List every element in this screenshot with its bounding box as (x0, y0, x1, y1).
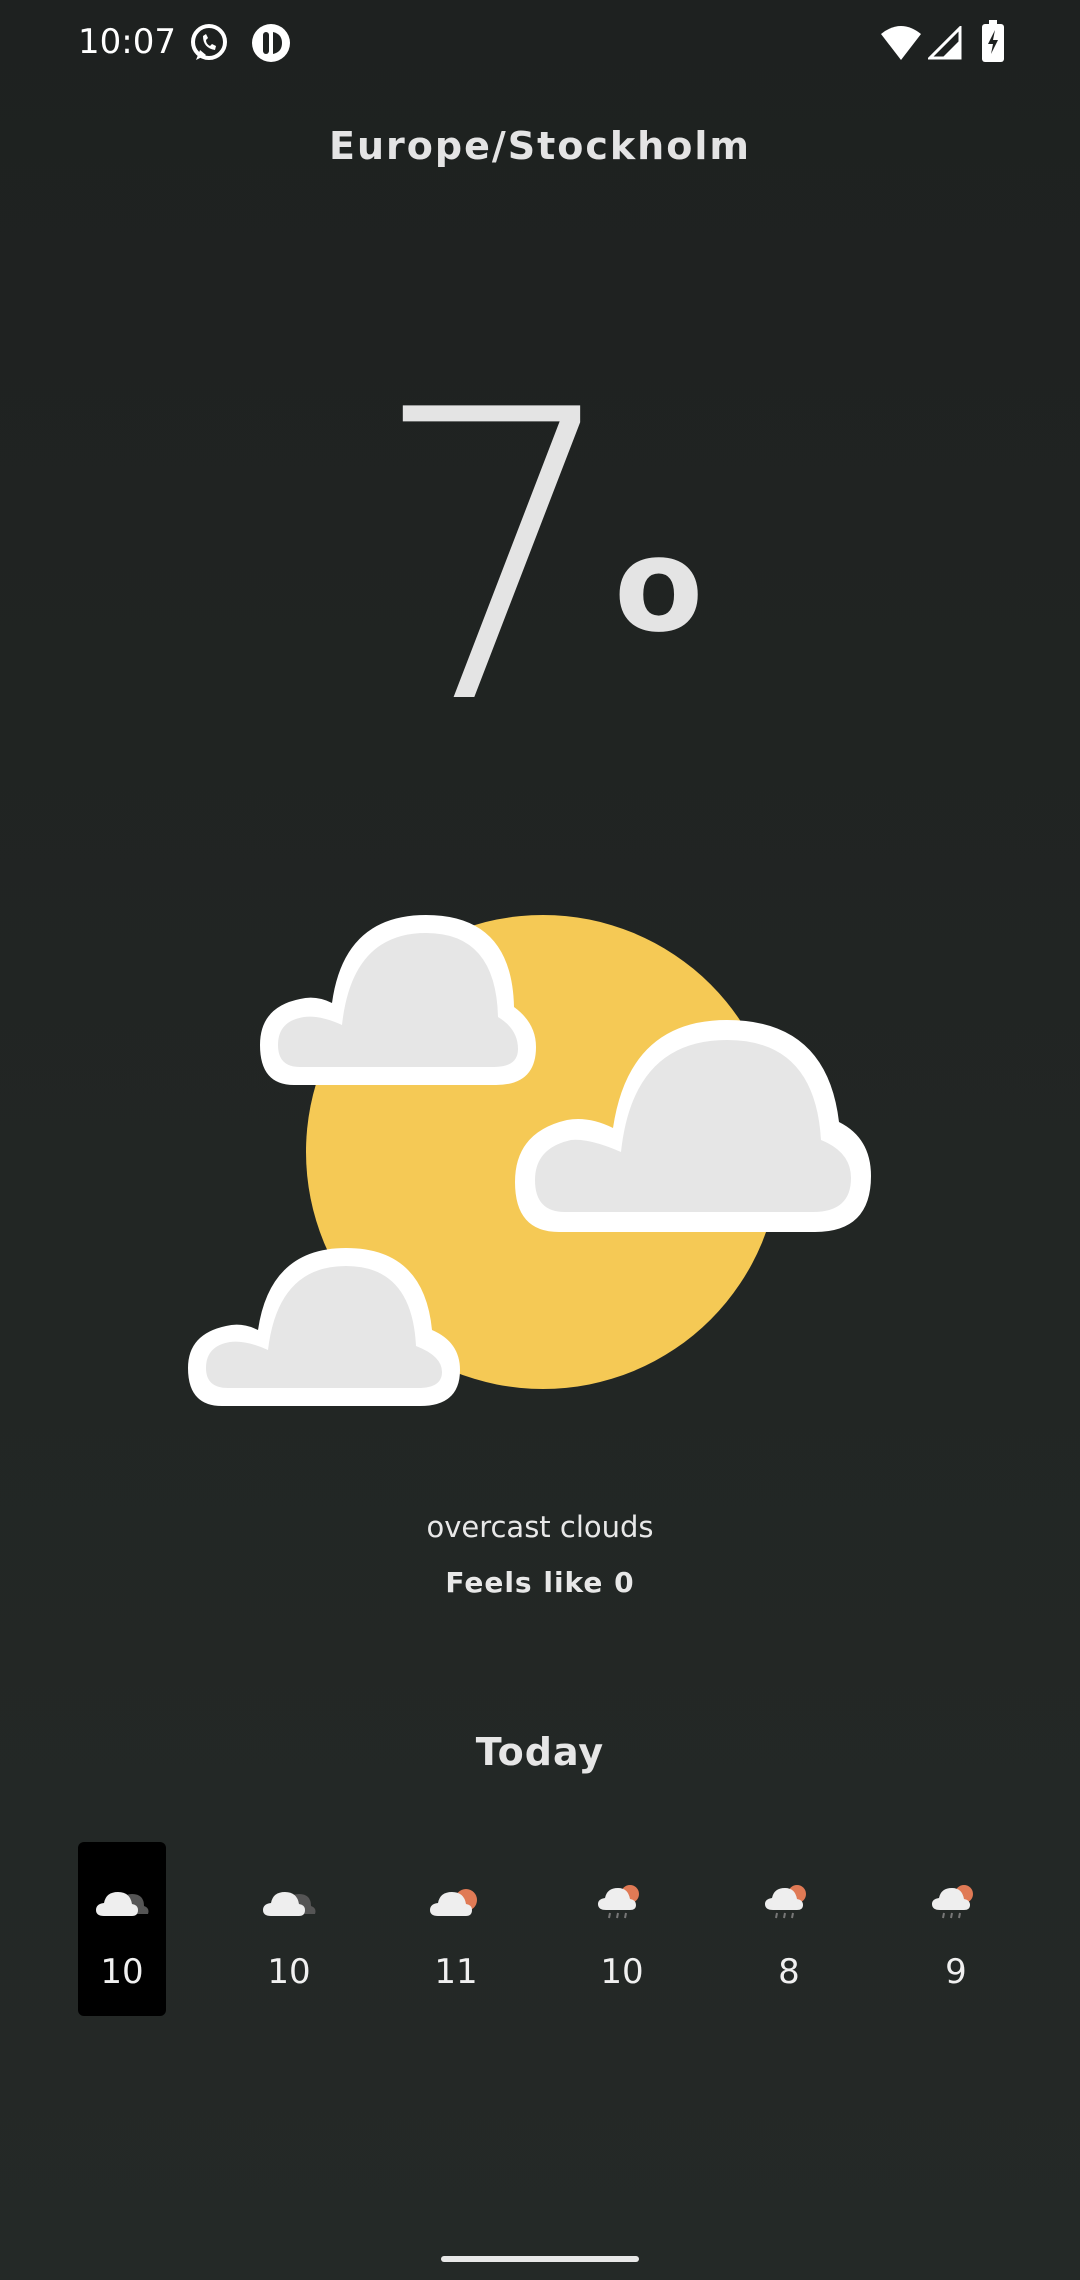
forecast-temp: 10 (100, 1952, 144, 1992)
today-heading: Today (475, 1730, 605, 1774)
temperature-value: 7 (370, 327, 625, 792)
whatsapp-icon (188, 22, 230, 68)
forecast-temp: 9 (945, 1952, 967, 1992)
forecast-temp: 8 (778, 1952, 800, 1992)
current-temperature: 7 o (0, 360, 1080, 760)
cell-signal-icon (926, 24, 962, 64)
feels-like-text: Feels like 0 (445, 1566, 635, 1599)
forecast-temp: 11 (434, 1952, 478, 1992)
forecast-item[interactable]: 8 (745, 1842, 833, 2016)
weather-description: overcast clouds (426, 1510, 654, 1544)
forecast-temp: 10 (600, 1952, 644, 1992)
wifi-icon (880, 24, 922, 66)
forecast-item[interactable]: 10 (245, 1842, 333, 2016)
forecast-item[interactable]: 9 (912, 1842, 1000, 2016)
hourly-forecast-list: 10 10 11 10 8 9 (78, 1842, 1002, 2016)
cloud-sun-icon (430, 1889, 477, 1916)
forecast-item[interactable]: 10 (78, 1842, 166, 2016)
overcast-clouds-icon (96, 1892, 149, 1916)
cloud-sun-rain-icon (932, 1885, 973, 1919)
app-notification-icon (250, 22, 292, 68)
temperature-unit: o (614, 509, 704, 661)
overcast-clouds-icon (263, 1892, 316, 1916)
status-bar: 10:07 (0, 0, 1080, 86)
home-indicator[interactable] (441, 2256, 639, 2262)
partly-cloudy-sun-icon (180, 880, 900, 1414)
location-title: Europe/Stockholm (329, 124, 751, 168)
cloud-sun-rain-icon (598, 1885, 639, 1919)
forecast-temp: 10 (267, 1952, 311, 1992)
forecast-item[interactable]: 10 (578, 1842, 666, 2016)
cloud-sun-rain-icon (765, 1885, 806, 1919)
battery-charging-icon (982, 20, 1004, 66)
forecast-item[interactable]: 11 (412, 1842, 500, 2016)
status-time: 10:07 (78, 22, 176, 62)
